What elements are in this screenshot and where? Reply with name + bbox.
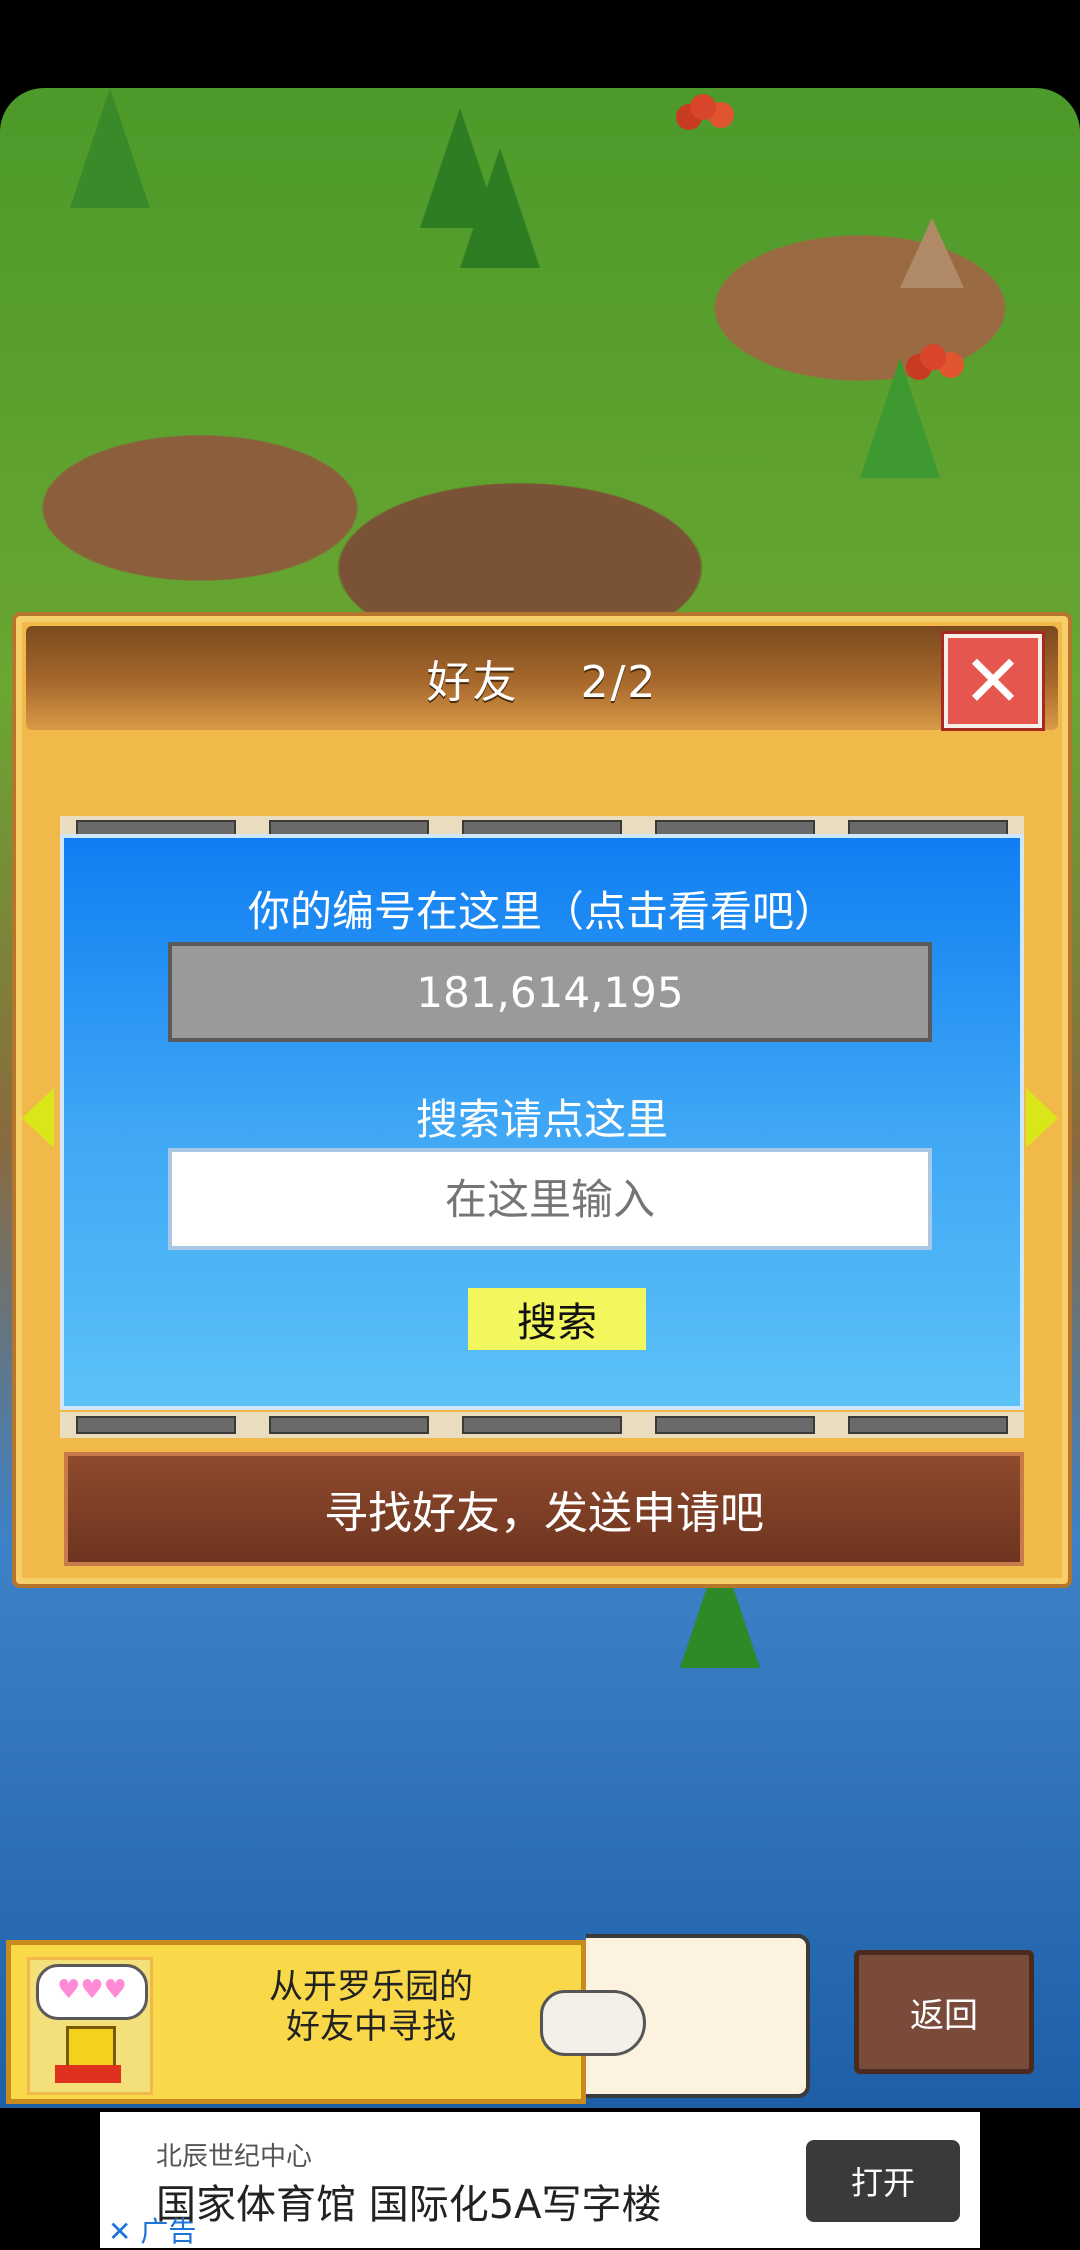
kairo-friends-card[interactable]: ♥♥♥ 从开罗乐园的 好友中寻找: [6, 1940, 586, 2104]
search-input[interactable]: [168, 1148, 932, 1250]
hearts-icon: ♥♥♥: [36, 1964, 148, 2020]
close-button[interactable]: ✕: [944, 634, 1042, 728]
panel-bottom-strip: [60, 1412, 1024, 1438]
kairo-text-line1: 从开罗乐园的: [269, 1967, 473, 2007]
back-button[interactable]: 返回: [854, 1950, 1034, 2074]
kairo-text-line2: 好友中寻找: [286, 2007, 456, 2047]
search-button[interactable]: 搜索: [468, 1288, 646, 1350]
ad-banner[interactable]: 北辰世纪中心 国家体育馆 国际化5A写字楼 ✕ 广告 打开: [100, 2112, 980, 2248]
kairo-card-text: 从开罗乐园的 好友中寻找: [171, 1967, 571, 2047]
close-x-icon: ✕: [962, 639, 1024, 723]
dialog-title: 好友 2/2: [426, 657, 658, 708]
your-id-label[interactable]: 你的编号在这里（点击看看吧）: [64, 878, 1020, 939]
ad-subtitle: 北辰世纪中心: [156, 2142, 313, 2172]
tree-decoration: [460, 148, 540, 268]
flower-decoration: [690, 94, 716, 120]
dialog-header: 好友 2/2 ✕: [26, 626, 1058, 730]
find-friend-button[interactable]: 寻找好友，发送申请吧: [64, 1452, 1024, 1566]
next-page-arrow-icon[interactable]: [1026, 1088, 1058, 1148]
friends-dialog: 好友 2/2 ✕ 你的编号在这里（点击看看吧） 181,614,195 搜索请点…: [12, 612, 1072, 1588]
ad-close-tag[interactable]: ✕ 广告: [108, 2210, 196, 2250]
your-id-value[interactable]: 181,614,195: [168, 942, 932, 1042]
kairo-avatar: ♥♥♥: [27, 1957, 153, 2095]
tree-decoration: [860, 358, 940, 478]
ad-title: 国家体育馆 国际化5A写字楼: [156, 2182, 662, 2228]
flower-decoration: [920, 344, 946, 370]
ad-open-button[interactable]: 打开: [806, 2140, 960, 2222]
search-label: 搜索请点这里: [415, 1095, 668, 1144]
prev-page-arrow-icon[interactable]: [22, 1088, 54, 1148]
pointing-hand-icon: [540, 1990, 646, 2056]
friend-id-panel: 你的编号在这里（点击看看吧） 181,614,195 搜索请点这里 搜索: [60, 834, 1024, 1410]
robot-icon: [55, 2026, 121, 2083]
tree-decoration: [70, 88, 150, 208]
rock-decoration: [900, 218, 964, 288]
